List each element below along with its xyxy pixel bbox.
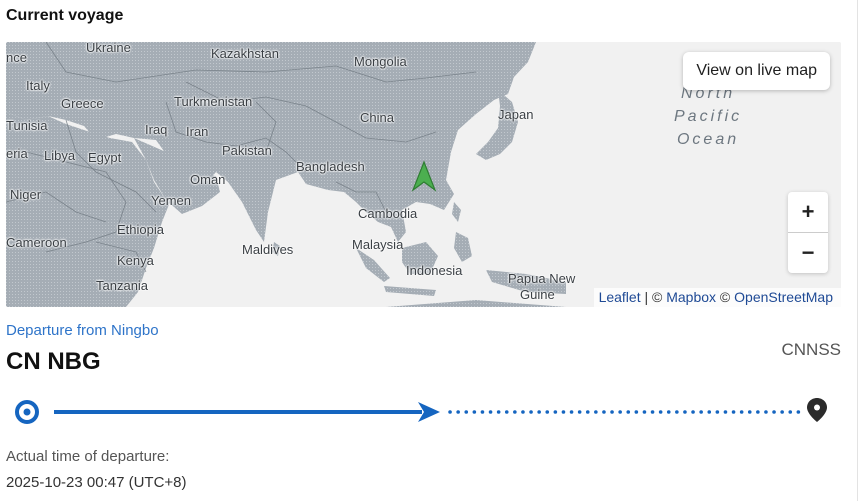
map-label-cambodia: Cambodia xyxy=(358,206,418,221)
map-label-mongolia: Mongolia xyxy=(354,54,407,69)
map-label-iran: Iran xyxy=(186,124,209,139)
map-label-libya: Libya xyxy=(44,148,76,163)
map-label-turkmenistan: Turkmenistan xyxy=(174,94,253,109)
departure-port-text: Departure from Ningbo xyxy=(6,322,159,339)
map-label-bangladesh: Bangladesh xyxy=(296,159,365,174)
map-label-ethiopia: Ethiopia xyxy=(117,222,164,237)
panel-divider xyxy=(857,0,858,501)
map-label-niger: Niger xyxy=(10,187,42,202)
map-label-italy: Italy xyxy=(26,78,50,93)
voyage-progress xyxy=(15,398,827,424)
map-label-malaysia: Malaysia xyxy=(352,237,404,252)
voyage-map[interactable]: nce Ukraine Kazakhstan Mongolia Italy Gr… xyxy=(6,42,841,307)
view-on-live-map-button[interactable]: View on live map xyxy=(683,52,830,90)
openstreetmap-link[interactable]: OpenStreetMap xyxy=(734,289,833,305)
destination-port-code: CNNSS xyxy=(781,340,841,359)
map-label-cameroon: Cameroon xyxy=(6,235,67,250)
zoom-out-button[interactable]: − xyxy=(788,232,828,273)
map-label-papua-new-guinea: Papua New xyxy=(508,271,576,286)
leaflet-link[interactable]: Leaflet xyxy=(599,289,641,305)
ocean-label-line3: Ocean xyxy=(676,131,740,148)
map-label-oman: Oman xyxy=(190,172,226,187)
ocean-label-line2: Pacific xyxy=(674,108,743,125)
attribution-separator: | © xyxy=(640,289,667,305)
mapbox-link[interactable]: Mapbox xyxy=(666,289,716,305)
map-label-japan: Japan xyxy=(498,107,534,122)
map-label-algeria: eria xyxy=(6,146,28,161)
map-attribution: Leaflet | © Mapbox © OpenStreetMap xyxy=(593,288,841,307)
map-label-indonesia: Indonesia xyxy=(406,263,463,278)
attribution-copyright: © xyxy=(716,289,735,305)
map-label-papua-guinea: Guine xyxy=(520,287,555,302)
map-label-maldives: Maldives xyxy=(242,242,294,257)
map-label-kazakhstan: Kazakhstan xyxy=(211,46,279,61)
map-label-kenya: Kenya xyxy=(117,253,154,268)
map-label-iraq: Iraq xyxy=(145,122,168,137)
vessel-position-icon[interactable] xyxy=(411,160,437,194)
map-label-pakistan: Pakistan xyxy=(222,143,272,158)
origin-port-code: CN NBG xyxy=(6,348,101,375)
zoom-control: + − xyxy=(788,192,828,273)
section-title: Current voyage xyxy=(6,7,124,24)
zoom-in-button[interactable]: + xyxy=(788,192,828,232)
map-label-tanzania: Tanzania xyxy=(96,278,149,293)
map-label-tunisia: Tunisia xyxy=(6,118,48,133)
map-label-china: China xyxy=(360,110,394,125)
actual-departure-label: Actual time of departure: xyxy=(6,448,170,465)
map-label-greece: Greece xyxy=(61,96,104,111)
map-label-north-pacific-ocean: North Pacific Ocean xyxy=(674,82,742,151)
map-label-yemen: Yemen xyxy=(151,193,191,208)
map-label-ukraine: Ukraine xyxy=(86,42,131,55)
map-label-france: nce xyxy=(6,50,27,65)
actual-departure-value: 2025-10-23 00:47 (UTC+8) xyxy=(6,474,187,491)
map-label-egypt: Egypt xyxy=(88,150,122,165)
